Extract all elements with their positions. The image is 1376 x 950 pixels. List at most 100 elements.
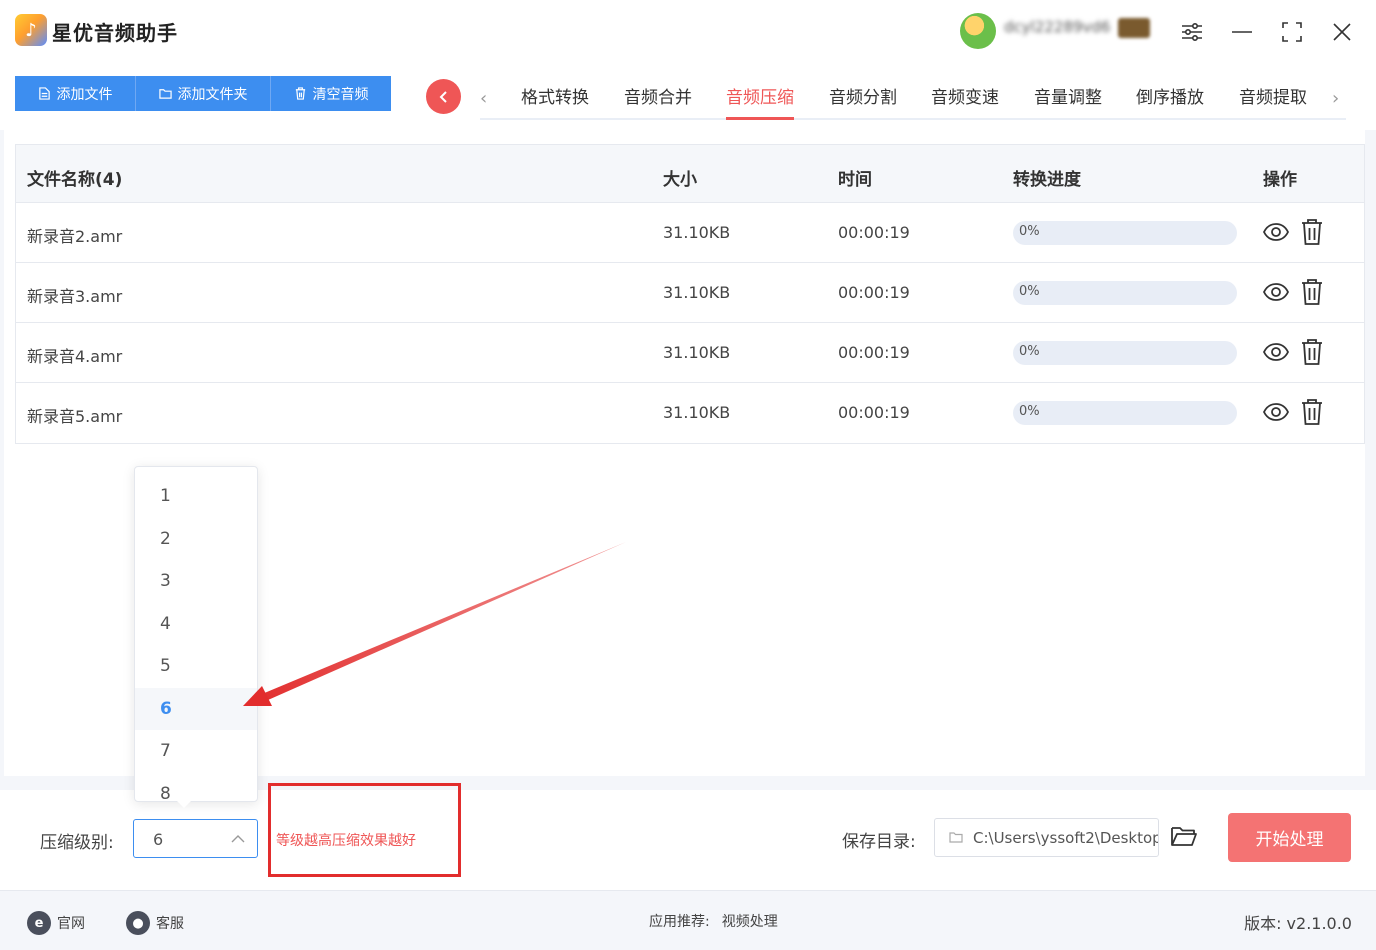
- footer: e 官网 ● 客服 应用推荐: 视频处理 版本: v2.1.0.0: [0, 890, 1376, 950]
- username[interactable]: dcyl22289vd6: [1004, 18, 1116, 40]
- header-time: 时间: [838, 170, 872, 190]
- header-name: 文件名称(4): [27, 170, 123, 190]
- progress-text: 0%: [1019, 404, 1040, 419]
- dropdown-option[interactable]: 3: [135, 560, 257, 602]
- recommend-video-link[interactable]: 视频处理: [722, 911, 778, 931]
- title-bar: ♪ 星优音频助手 dcyl22289vd6: [0, 0, 1376, 64]
- file-duration: 00:00:19: [838, 283, 910, 302]
- preview-eye-icon[interactable]: [1262, 340, 1290, 364]
- minimize-icon[interactable]: [1226, 16, 1258, 48]
- folder-icon: [949, 832, 963, 843]
- chat-icon: ●: [126, 911, 150, 935]
- table-row[interactable]: 新录音2.amr 31.10KB 00:00:19 0%: [16, 203, 1364, 263]
- table-row[interactable]: 新录音4.amr 31.10KB 00:00:19 0%: [16, 323, 1364, 383]
- progress-bar: 0%: [1013, 221, 1237, 245]
- app-title: 星优音频助手: [52, 21, 178, 45]
- tab-audio-speed[interactable]: 音频变速: [931, 83, 999, 115]
- customer-service-link[interactable]: ● 客服: [126, 911, 184, 935]
- dropdown-option[interactable]: 8: [135, 773, 257, 801]
- tab-audio-compress[interactable]: 音频压缩: [726, 83, 794, 120]
- save-dir-input[interactable]: C:\Users\yssoft2\Desktop: [934, 818, 1159, 857]
- save-dir-label: 保存目录:: [842, 832, 916, 852]
- file-duration: 00:00:19: [838, 223, 910, 242]
- user-avatar[interactable]: [960, 13, 996, 49]
- dropdown-option[interactable]: 7: [135, 730, 257, 772]
- tabs-scroll-right-icon[interactable]: ›: [1332, 88, 1339, 109]
- delete-trash-icon[interactable]: [1300, 338, 1324, 366]
- function-tabs: ‹ 格式转换 音频合并 音频压缩 音频分割 音频变速 音量调整 倒序播放 音频提…: [480, 78, 1346, 120]
- right-border: [1365, 130, 1376, 790]
- chevron-up-icon: [231, 835, 245, 843]
- tab-reverse-play[interactable]: 倒序播放: [1136, 83, 1204, 115]
- maximize-icon[interactable]: [1276, 16, 1308, 48]
- ie-icon: e: [27, 911, 51, 935]
- dropdown-option-selected[interactable]: 6: [135, 688, 257, 730]
- tab-audio-extract[interactable]: 音频提取: [1239, 83, 1307, 115]
- compression-level-value: 6: [153, 830, 164, 849]
- header-ops: 操作: [1263, 170, 1297, 190]
- dropdown-option[interactable]: 5: [135, 645, 257, 687]
- file-name: 新录音3.amr: [27, 287, 123, 306]
- file-size: 31.10KB: [663, 343, 731, 362]
- file-name: 新录音5.amr: [27, 407, 123, 426]
- save-dir-path: C:\Users\yssoft2\Desktop: [973, 829, 1159, 847]
- tab-volume-adjust[interactable]: 音量调整: [1034, 83, 1102, 115]
- delete-trash-icon[interactable]: [1300, 218, 1324, 246]
- clear-audio-button[interactable]: 清空音频: [271, 76, 391, 111]
- dropdown-option[interactable]: 2: [135, 518, 257, 560]
- dropdown-option[interactable]: 1: [135, 475, 257, 517]
- add-folder-button[interactable]: 添加文件夹: [136, 76, 271, 111]
- progress-bar: 0%: [1013, 401, 1237, 425]
- user-badge: [1118, 18, 1150, 38]
- file-size: 31.10KB: [663, 223, 731, 242]
- tabs-scroll-left-icon[interactable]: ‹: [480, 88, 487, 109]
- compression-hint: 等级越高压缩效果越好: [276, 833, 416, 849]
- file-toolbar: 添加文件 添加文件夹 清空音频: [15, 76, 391, 111]
- table-header: 文件名称(4) 大小 时间 转换进度 操作: [16, 145, 1364, 203]
- open-folder-icon[interactable]: [1170, 824, 1198, 852]
- dropdown-caret: [177, 801, 191, 808]
- trash-icon: [295, 87, 305, 100]
- progress-bar: 0%: [1013, 341, 1237, 365]
- chevron-left-icon: [439, 90, 447, 103]
- add-file-button[interactable]: 添加文件: [15, 76, 136, 111]
- compression-level-dropdown: 1 2 3 4 5 6 7 8: [134, 466, 258, 802]
- settings-icon[interactable]: [1176, 16, 1208, 48]
- app-recommend: 应用推荐: 视频处理: [649, 911, 778, 931]
- progress-bar: 0%: [1013, 281, 1237, 305]
- progress-text: 0%: [1019, 344, 1040, 359]
- progress-text: 0%: [1019, 224, 1040, 239]
- file-table: 文件名称(4) 大小 时间 转换进度 操作 新录音2.amr 31.10KB 00:…: [15, 144, 1365, 444]
- preview-eye-icon[interactable]: [1262, 220, 1290, 244]
- header-size: 大小: [663, 170, 697, 190]
- file-name: 新录音2.amr: [27, 227, 123, 246]
- close-icon[interactable]: [1326, 16, 1358, 48]
- compression-level-select[interactable]: 6: [133, 819, 258, 858]
- delete-trash-icon[interactable]: [1300, 278, 1324, 306]
- version-text: 版本: v2.1.0.0: [1244, 914, 1352, 933]
- dropdown-option[interactable]: 4: [135, 603, 257, 645]
- back-button[interactable]: [426, 79, 461, 114]
- start-processing-button[interactable]: 开始处理: [1228, 813, 1351, 862]
- file-name: 新录音4.amr: [27, 347, 123, 366]
- file-size: 31.10KB: [663, 283, 731, 302]
- preview-eye-icon[interactable]: [1262, 400, 1290, 424]
- app-logo: ♪: [15, 14, 47, 46]
- file-size: 31.10KB: [663, 403, 731, 422]
- file-duration: 00:00:19: [838, 343, 910, 362]
- tab-audio-merge[interactable]: 音频合并: [624, 83, 692, 115]
- file-duration: 00:00:19: [838, 403, 910, 422]
- folder-icon: [158, 89, 172, 99]
- progress-text: 0%: [1019, 284, 1040, 299]
- table-row[interactable]: 新录音3.amr 31.10KB 00:00:19 0%: [16, 263, 1364, 323]
- compression-level-label: 压缩级别:: [40, 833, 114, 853]
- website-link[interactable]: e 官网: [27, 911, 85, 935]
- delete-trash-icon[interactable]: [1300, 398, 1324, 426]
- tab-format-convert[interactable]: 格式转换: [521, 83, 589, 115]
- left-border: [0, 130, 4, 790]
- tab-audio-split[interactable]: 音频分割: [829, 83, 897, 115]
- preview-eye-icon[interactable]: [1262, 280, 1290, 304]
- table-row[interactable]: 新录音5.amr 31.10KB 00:00:19 0%: [16, 383, 1364, 443]
- header-progress: 转换进度: [1013, 170, 1081, 190]
- file-icon: [38, 87, 50, 100]
